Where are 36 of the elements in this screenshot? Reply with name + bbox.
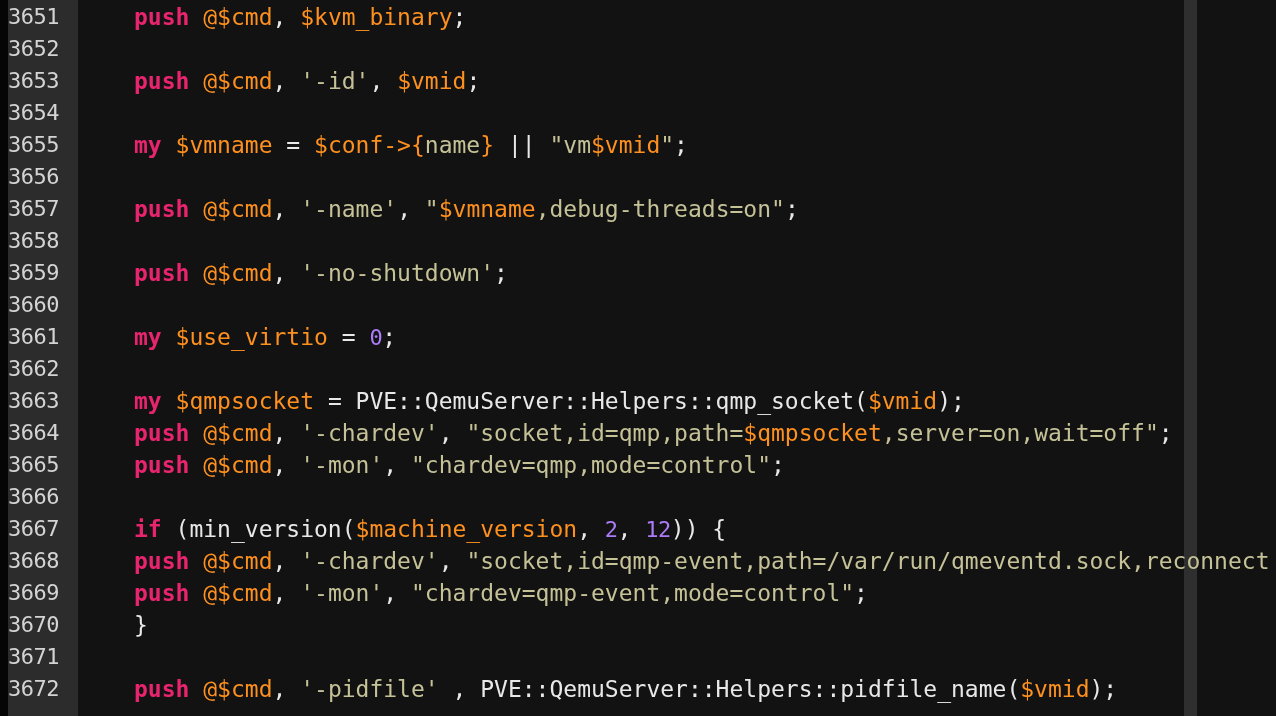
code-line: push @$cmd, '-chardev', "socket,id=qmp,path=$qmpsocket,server=on,wait=off"; [134, 419, 1173, 448]
line-number: 3658 [8, 227, 60, 255]
line-number: 3672 [8, 675, 60, 703]
line-number: 3653 [8, 67, 60, 95]
code-line: push @$cmd, '-chardev', "socket,id=qmp-event,path=/var/run/qmeventd.sock,reconnect [134, 547, 1270, 576]
code-line: push @$cmd, '-mon', "chardev=qmp,mode=control"; [134, 451, 785, 480]
line-number: 3656 [8, 163, 60, 191]
line-number: 3652 [8, 35, 60, 63]
code-line: push @$cmd, '-name', "$vmname,debug-threads=on"; [134, 195, 799, 224]
line-number: 3670 [8, 611, 60, 639]
line-number: 3671 [8, 643, 60, 671]
code-line: my $vmname = $conf->{name} || "vm$vmid"; [134, 131, 688, 160]
line-number: 3659 [8, 259, 60, 287]
line-number: 3663 [8, 387, 60, 415]
line-number: 3669 [8, 579, 60, 607]
line-number: 3665 [8, 451, 60, 479]
code-line: push @$cmd, '-mon', "chardev=qmp-event,mode=control"; [134, 579, 868, 608]
code-line: my $qmpsocket = PVE::QemuServer::Helpers::qmp_socket($vmid); [134, 387, 965, 417]
code-line: push @$cmd, '-pidfile' , PVE::QemuServer::Helpers::pidfile_name($vmid); [134, 675, 1118, 705]
line-number: 3655 [8, 131, 60, 159]
code-line: push @$cmd, '-no-shutdown'; [134, 259, 508, 288]
code-line: my $use_virtio = 0; [134, 323, 397, 353]
line-number: 3667 [8, 515, 60, 543]
code-line: if (min_version($machine_version, 2, 12)) { [134, 515, 727, 545]
line-number: 3666 [8, 483, 60, 511]
code-line: push @$cmd, $kvm_binary; [134, 3, 467, 33]
code-line: } [134, 611, 148, 640]
line-number: 3651 [8, 3, 60, 31]
line-number: 3660 [8, 291, 60, 319]
line-number: 3654 [8, 99, 60, 127]
code-line: push @$cmd, '-id', $vmid; [134, 67, 481, 96]
line-number: 3657 [8, 195, 60, 223]
line-number: 3662 [8, 355, 60, 383]
line-number: 3664 [8, 419, 60, 447]
line-number: 3661 [8, 323, 60, 351]
line-number: 3668 [8, 547, 60, 575]
